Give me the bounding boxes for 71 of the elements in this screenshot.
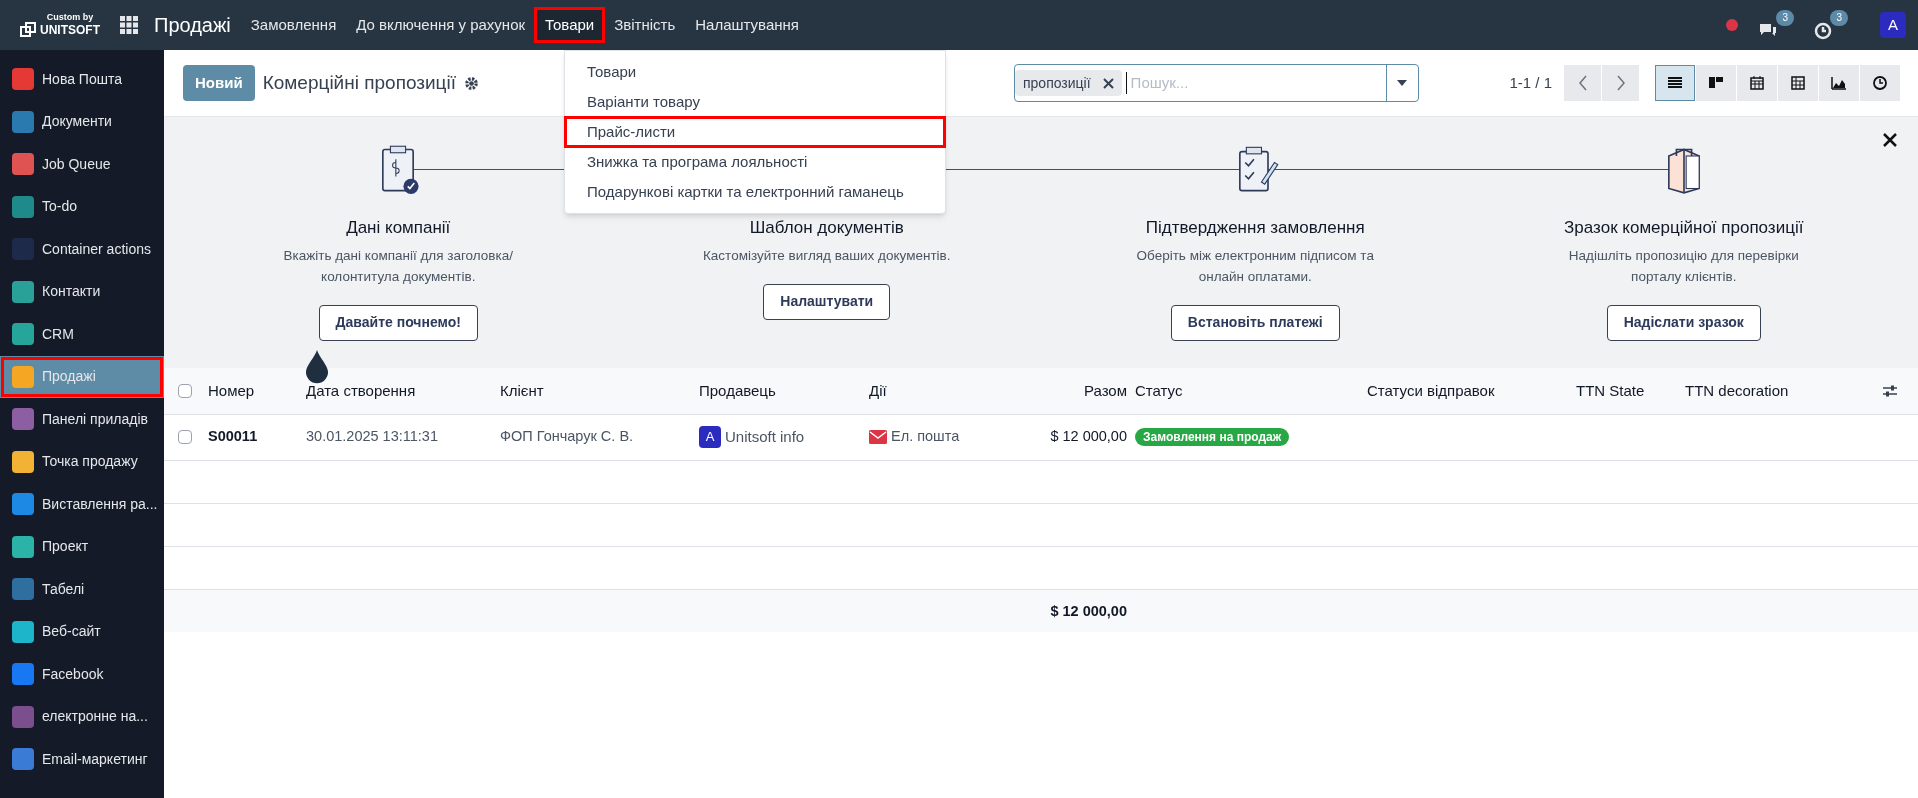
sidebar-item[interactable]: Веб-сайт	[0, 610, 164, 653]
step-button[interactable]: Встановіть платежі	[1170, 304, 1340, 341]
column-header[interactable]: Разом	[1083, 381, 1127, 399]
column-header[interactable]: Статуси відправок	[1367, 381, 1495, 399]
sidebar-item[interactable]: CRM	[0, 313, 164, 356]
sidebar-item[interactable]: Контакти	[0, 270, 164, 313]
table-cell-text: Ел. пошта	[891, 427, 960, 447]
status-badge: Замовлення на продаж	[1135, 428, 1290, 447]
sidebar-item[interactable]: Нова Пошта	[0, 58, 164, 101]
dropdown-item[interactable]: Товари	[565, 57, 945, 87]
step-button[interactable]: Надіслати зразок	[1606, 304, 1761, 341]
table-cell: S00011	[208, 428, 258, 445]
step-description: Надішліть пропозицію для перевірки порталу клієнтів.	[1567, 246, 1800, 286]
column-header[interactable]: TTN State	[1576, 381, 1645, 399]
step-button[interactable]: Налаштувати	[763, 283, 891, 320]
table-cell: ФОП Гончарук С. В.	[500, 428, 634, 445]
table-cell: $ 12 000,00	[1050, 428, 1127, 445]
pager-value: 1-1 / 1	[1509, 72, 1552, 93]
user-avatar: A	[699, 426, 721, 448]
activity-button[interactable]: 3	[1814, 10, 1848, 40]
step-description: Кастомізуйте вигляд ваших документів.	[702, 246, 952, 265]
dropdown-item[interactable]: Прайс-листи	[565, 117, 945, 147]
footer-total: $ 12 000,00	[1050, 602, 1127, 619]
menu-item[interactable]: Звітність	[606, 9, 684, 41]
column-header[interactable]: TTN decoration	[1685, 381, 1789, 399]
step-title: Дані компанії	[346, 217, 451, 239]
step-title: Підтвердження замовлення	[1145, 217, 1365, 239]
menu-item[interactable]: Налаштування	[687, 9, 807, 41]
sidebar-item[interactable]: Проект	[0, 525, 164, 568]
sidebar-item[interactable]: Табелі	[0, 568, 164, 611]
dropdown-item[interactable]: Подарункові картки та електронний гаманець	[565, 177, 945, 207]
step-button[interactable]: Давайте почнемо!	[318, 304, 478, 341]
sidebar-item[interactable]: Точка продажу	[0, 440, 164, 483]
menu-item[interactable]: Товари	[537, 9, 603, 41]
sidebar-item[interactable]: Панелі приладів	[0, 398, 164, 441]
dropdown-item[interactable]: Знижка та програма лояльності	[565, 147, 945, 177]
chat-button[interactable]: 3	[1758, 10, 1794, 40]
column-header[interactable]: Клієнт	[500, 381, 544, 399]
app-title[interactable]: Продажі	[154, 10, 231, 40]
column-header[interactable]: Дата створення	[306, 381, 416, 399]
step-description: Оберіть між електронним підписом та онлайн оплатами.	[1135, 246, 1375, 286]
column-header[interactable]: Статус	[1135, 381, 1183, 399]
step-title: Шаблон документів	[749, 217, 904, 239]
new-button[interactable]: Новий	[183, 65, 255, 101]
sidebar-item[interactable]: Документи	[0, 100, 164, 143]
sidebar-item[interactable]: Виставлення ра...	[0, 483, 164, 526]
table-cell-text: Unitsoft info	[725, 426, 805, 447]
step-description: Вкажіть дані компанії для заголовка/ колонтитула документів.	[282, 246, 514, 286]
column-header[interactable]: Номер	[208, 381, 255, 399]
sidebar-item[interactable]: Facebook	[0, 653, 164, 696]
filter-facet[interactable]: пропозиції	[1015, 70, 1122, 96]
step-title: Зразок комерційної пропозиції	[1564, 217, 1804, 239]
search-field[interactable]: пропозиції Пошук...	[1014, 64, 1419, 102]
table-cell: 30.01.2025 13:11:31	[306, 428, 438, 445]
menu-item[interactable]: Замовлення	[242, 9, 345, 41]
user-avatar[interactable]: A	[1880, 12, 1906, 38]
sidebar-item[interactable]: Job Queue	[0, 143, 164, 186]
sidebar-item[interactable]: To-do	[0, 185, 164, 228]
sidebar-item[interactable]: Email-маркетинг	[0, 738, 164, 781]
search-input[interactable]: Пошук...	[1125, 72, 1386, 94]
column-header[interactable]: Дії	[869, 381, 887, 399]
count-badge: 3	[1776, 10, 1794, 26]
sidebar-item[interactable]: Container actions	[0, 228, 164, 271]
dropdown-item[interactable]: Варіанти товару	[565, 87, 945, 117]
brand-name: UNITSOFT	[40, 23, 100, 36]
count-badge: 3	[1830, 10, 1848, 26]
sidebar-item[interactable]: електронне на...	[0, 695, 164, 738]
page-title: Комерційні пропозиції	[262, 70, 456, 95]
menu-item[interactable]: До включення у рахунок	[348, 9, 534, 41]
brand-caption: Custom by	[46, 12, 94, 22]
column-header[interactable]: Продавець	[699, 381, 776, 399]
